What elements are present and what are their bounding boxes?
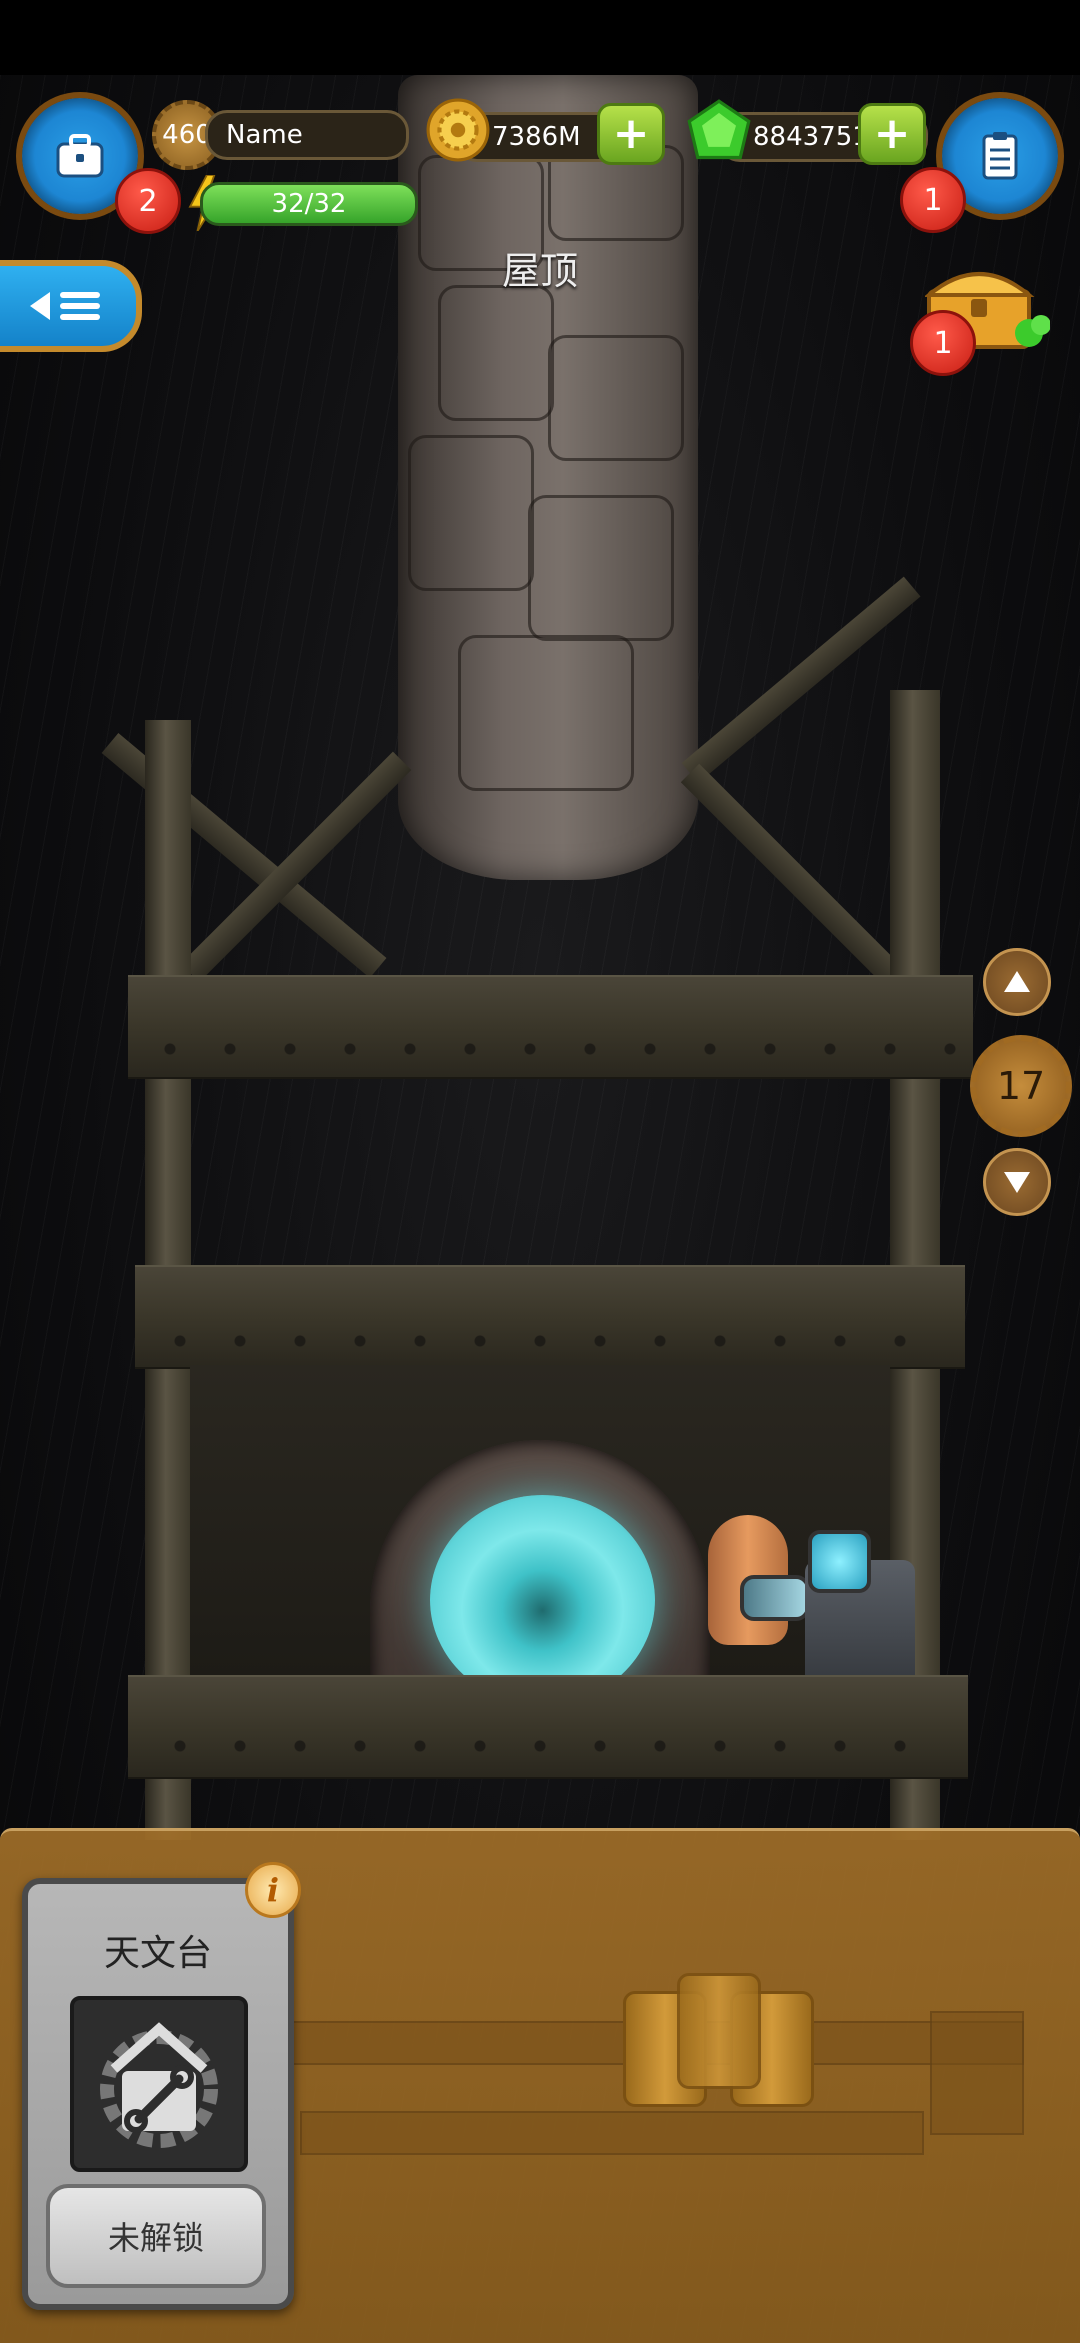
info-button[interactable]: i [245, 1862, 301, 1918]
clipboard-icon [982, 132, 1018, 180]
tasks-badge: 1 [900, 167, 966, 233]
gear-coin-icon [426, 98, 490, 162]
floor-down-button[interactable] [983, 1148, 1051, 1216]
energy-bar: 32/32 [200, 182, 418, 226]
chest-badge: 1 [910, 310, 976, 376]
building-icon-frame [70, 1996, 248, 2172]
back-menu-button[interactable] [0, 260, 142, 352]
floor-up-button[interactable] [983, 948, 1051, 1016]
rivets [140, 1043, 960, 1055]
floor-title: 屋顶 [501, 249, 578, 293]
player-name: Name [226, 120, 303, 150]
roof-floor-beam [128, 975, 973, 1079]
status-bar-area [0, 0, 1080, 75]
arrow-up-icon [1004, 971, 1030, 992]
floor-number-indicator: 17 [970, 1035, 1072, 1137]
background-pipes [300, 2111, 924, 2155]
room-floor-beam [128, 1675, 968, 1779]
background-machine [930, 2011, 1024, 2135]
green-gem-icon [687, 99, 751, 160]
robot-visor [740, 1575, 810, 1621]
chimney-tower [398, 75, 698, 880]
inventory-badge: 2 [115, 168, 181, 234]
locked-status-button[interactable]: 未解锁 [46, 2184, 266, 2288]
teleport-portal[interactable] [430, 1495, 655, 1705]
rivets [150, 1740, 950, 1752]
back-menu-icon [30, 292, 100, 320]
radioactive-barrel [677, 1973, 761, 2089]
add-gems-button[interactable]: + [858, 103, 926, 165]
gear-wrench-icon [100, 2022, 218, 2148]
arrow-down-icon [1004, 1172, 1030, 1193]
briefcase-icon [56, 134, 104, 178]
machine-screen [808, 1530, 871, 1593]
add-coins-button[interactable]: + [597, 103, 665, 165]
energy-value: 32/32 [271, 189, 347, 219]
building-name: 天文台 [103, 1933, 212, 1974]
coin-value: 7386M [492, 122, 581, 152]
building-card[interactable]: 天文台 未解锁 [22, 1878, 294, 2310]
player-name-field[interactable]: Name [205, 110, 409, 160]
rivets [150, 1335, 950, 1347]
upper-floor-beam [135, 1265, 965, 1369]
